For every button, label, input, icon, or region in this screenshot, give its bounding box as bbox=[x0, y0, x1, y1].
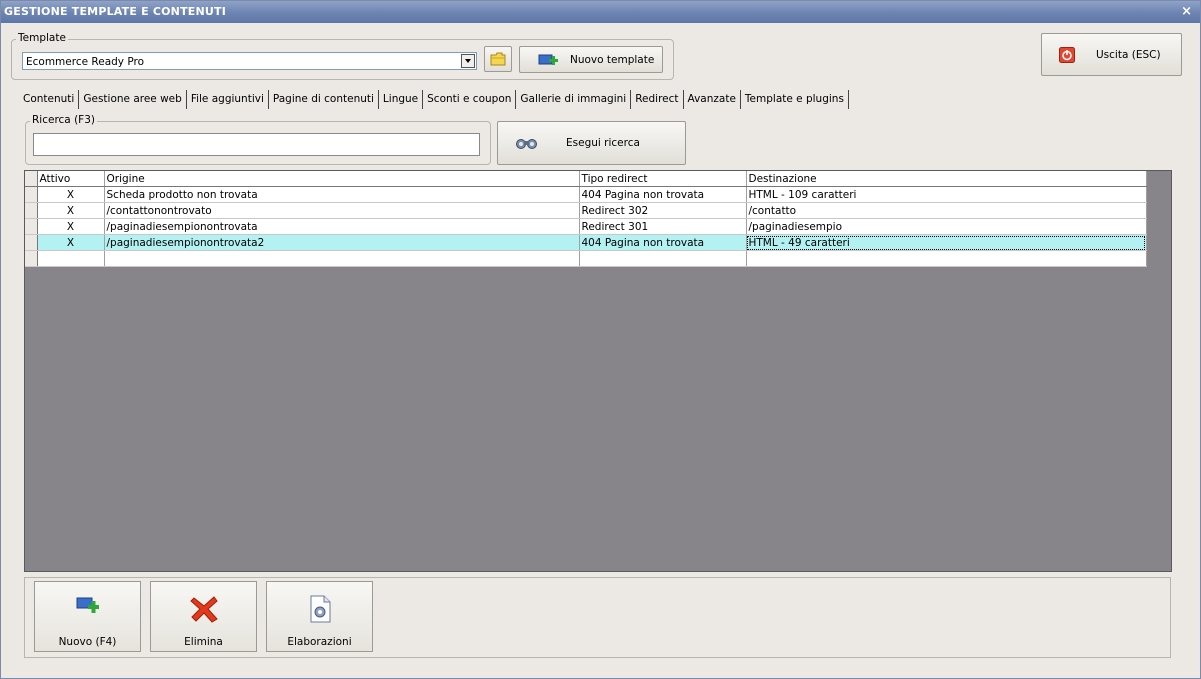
table-row[interactable] bbox=[25, 250, 1147, 267]
template-select[interactable]: Ecommerce Ready Pro bbox=[22, 52, 477, 70]
folder-icon bbox=[490, 52, 506, 66]
table-row[interactable]: X/contattonontrovato Redirect 302/contatt… bbox=[25, 202, 1147, 219]
search-input[interactable] bbox=[33, 133, 480, 156]
open-folder-button[interactable] bbox=[484, 46, 512, 72]
cell-origine[interactable]: /paginadiesempionontrovata bbox=[104, 218, 580, 235]
cell-attivo[interactable]: X bbox=[37, 218, 105, 235]
cell-attivo[interactable]: X bbox=[37, 202, 105, 219]
tab-lingue[interactable]: Lingue bbox=[379, 90, 424, 109]
redirect-table: Attivo Origine Tipo redirect Destinazion… bbox=[25, 171, 1147, 267]
table-header-row: Attivo Origine Tipo redirect Destinazion… bbox=[25, 171, 1147, 187]
cell-tipo-redirect[interactable]: 404 Pagina non trovata bbox=[579, 186, 747, 203]
cell-tipo-redirect[interactable]: 404 Pagina non trovata bbox=[579, 234, 747, 251]
cell-tipo-redirect[interactable]: Redirect 301 bbox=[579, 218, 747, 235]
tab-sconti-e-coupon[interactable]: Sconti e coupon bbox=[423, 90, 517, 109]
new-template-label: Nuovo template bbox=[570, 53, 655, 66]
action-panel: Nuovo (F4) Elimina Elaborazioni bbox=[24, 577, 1171, 658]
column-header-destinazione[interactable]: Destinazione bbox=[746, 171, 1147, 187]
row-selector-header bbox=[25, 171, 38, 187]
add-icon bbox=[76, 597, 99, 613]
row-selector[interactable] bbox=[25, 250, 38, 267]
table-row[interactable]: X/paginadiesempionontrovata Redirect 301/… bbox=[25, 218, 1147, 235]
tab-bar: Contenuti Gestione aree web File aggiuntiv… bbox=[19, 90, 849, 109]
tab-avanzate[interactable]: Avanzate bbox=[684, 90, 741, 109]
delete-x-icon bbox=[189, 596, 218, 623]
search-group-label: Ricerca (F3) bbox=[30, 114, 97, 126]
cell-destinazione[interactable]: /paginadiesempio bbox=[746, 218, 1147, 235]
cell-destinazione[interactable]: HTML - 109 caratteri bbox=[746, 186, 1147, 203]
column-header-origine[interactable]: Origine bbox=[104, 171, 580, 187]
main-window: GESTIONE TEMPLATE E CONTENUTI × Template… bbox=[0, 0, 1201, 679]
new-button[interactable]: Nuovo (F4) bbox=[34, 581, 141, 652]
row-selector[interactable] bbox=[25, 186, 38, 203]
delete-button[interactable]: Elimina bbox=[150, 581, 257, 652]
document-gear-icon bbox=[310, 595, 330, 623]
cell-origine[interactable]: /contattonontrovato bbox=[104, 202, 580, 219]
cell-attivo[interactable]: X bbox=[37, 234, 105, 251]
search-button[interactable]: Esegui ricerca bbox=[497, 121, 686, 165]
exit-label: Uscita (ESC) bbox=[1096, 48, 1161, 61]
cell-destinazione[interactable]: /contatto bbox=[746, 202, 1147, 219]
cell-origine[interactable] bbox=[104, 250, 580, 267]
processing-button[interactable]: Elaborazioni bbox=[266, 581, 373, 652]
tab-file-aggiuntivi[interactable]: File aggiuntivi bbox=[187, 90, 269, 109]
table-row[interactable]: X/paginadiesempionontrovata2 404 Pagina n… bbox=[25, 234, 1147, 251]
column-header-attivo[interactable]: Attivo bbox=[37, 171, 105, 187]
tab-gallerie-di-immagini[interactable]: Gallerie di immagini bbox=[516, 90, 632, 109]
cell-attivo[interactable]: X bbox=[37, 186, 105, 203]
cell-destinazione[interactable]: HTML - 49 caratteri bbox=[746, 234, 1147, 251]
new-button-label: Nuovo (F4) bbox=[58, 636, 117, 648]
search-button-label: Esegui ricerca bbox=[566, 137, 640, 149]
table-row[interactable]: X Scheda prodotto non trovata 404 Pagina n… bbox=[25, 186, 1147, 203]
row-selector[interactable] bbox=[25, 202, 38, 219]
new-template-button[interactable]: Nuovo template bbox=[519, 46, 663, 73]
chevron-down-icon[interactable] bbox=[461, 54, 475, 68]
delete-button-label: Elimina bbox=[184, 636, 223, 648]
cell-destinazione[interactable] bbox=[746, 250, 1147, 267]
add-template-icon bbox=[538, 54, 558, 65]
cell-attivo[interactable] bbox=[37, 250, 105, 267]
cell-origine[interactable]: /paginadiesempionontrovata2 bbox=[104, 234, 580, 251]
cell-tipo-redirect[interactable]: Redirect 302 bbox=[579, 202, 747, 219]
cell-tipo-redirect[interactable] bbox=[579, 250, 747, 267]
window-title: GESTIONE TEMPLATE E CONTENUTI bbox=[4, 5, 227, 18]
tab-gestione-aree-web[interactable]: Gestione aree web bbox=[79, 90, 187, 109]
tab-contenuti[interactable]: Contenuti bbox=[19, 90, 80, 109]
cell-origine[interactable]: Scheda prodotto non trovata bbox=[104, 186, 580, 203]
row-selector[interactable] bbox=[25, 218, 38, 235]
close-icon[interactable]: × bbox=[1181, 1, 1192, 23]
column-header-tipo-redirect[interactable]: Tipo redirect bbox=[579, 171, 747, 187]
template-select-value: Ecommerce Ready Pro bbox=[26, 56, 144, 68]
processing-button-label: Elaborazioni bbox=[287, 636, 352, 648]
row-selector[interactable] bbox=[25, 234, 38, 251]
exit-button[interactable]: Uscita (ESC) bbox=[1041, 33, 1182, 76]
template-group-label: Template bbox=[16, 32, 68, 44]
tab-template-e-plugins[interactable]: Template e plugins bbox=[741, 90, 849, 109]
power-icon bbox=[1059, 46, 1075, 63]
tab-pagine-di-contenuti[interactable]: Pagine di contenuti bbox=[269, 90, 379, 109]
binoculars-icon bbox=[516, 139, 537, 149]
redirect-grid: Attivo Origine Tipo redirect Destinazion… bbox=[24, 170, 1172, 572]
tab-redirect[interactable]: Redirect bbox=[631, 90, 684, 109]
title-bar: GESTIONE TEMPLATE E CONTENUTI × bbox=[1, 1, 1200, 23]
